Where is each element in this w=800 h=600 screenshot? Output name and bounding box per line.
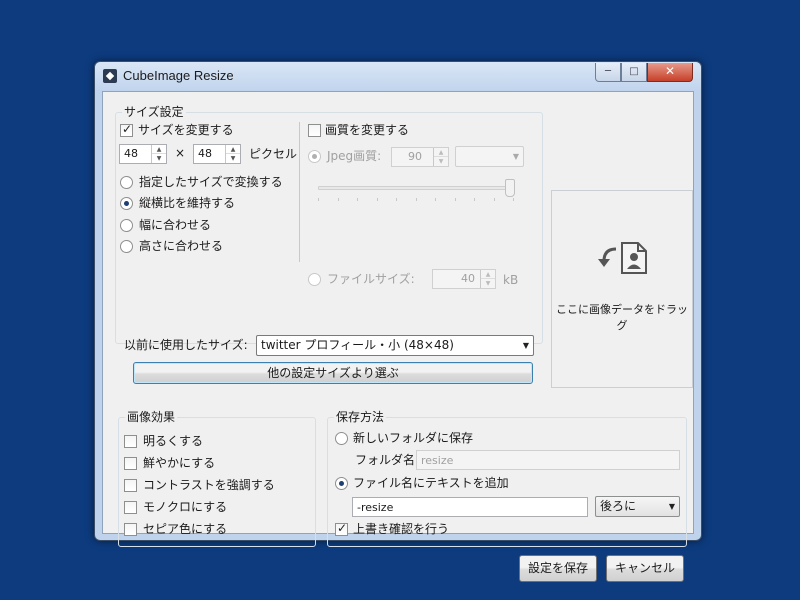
file-size-spinner[interactable]: 40 ▲ ▼: [432, 269, 496, 289]
size-quality-separator: [299, 122, 300, 262]
effect-mono-checkbox[interactable]: [124, 501, 137, 514]
app-icon: [103, 69, 117, 83]
jpeg-quality-label: Jpeg画質:: [327, 149, 382, 163]
jpeg-spin-arrows[interactable]: ▲ ▼: [433, 148, 448, 166]
drop-area-text: ここに画像データをドラッグ: [556, 303, 688, 332]
mode-radio-fit-width[interactable]: [120, 219, 133, 232]
width-spin-arrows[interactable]: ▲ ▼: [151, 145, 166, 163]
previous-size-value: twitter プロフィール・小 (48×48): [261, 338, 454, 352]
suffix-text-value: -resize: [357, 501, 394, 514]
mode-radio-exact[interactable]: [120, 176, 133, 189]
chevron-down-icon: ▼: [522, 341, 529, 350]
text-position-value: 後ろに: [600, 499, 637, 513]
effects-title: 画像効果: [125, 410, 178, 424]
file-size-value: 40: [461, 272, 475, 285]
effect-mono-label: モノクロにする: [143, 500, 228, 514]
save-settings-button[interactable]: 設定を保存: [519, 555, 597, 582]
width-spinner[interactable]: 48 ▲ ▼: [119, 144, 167, 164]
effect-vivid-checkbox[interactable]: [124, 457, 137, 470]
window-controls: ─ □ ✕: [595, 63, 693, 82]
previous-size-label: 以前に使用したサイズ:: [124, 338, 248, 352]
minimize-button[interactable]: ─: [595, 63, 621, 82]
folder-name-input[interactable]: resize: [416, 450, 680, 470]
folder-name-value: resize: [421, 454, 454, 467]
other-sizes-button[interactable]: 他の設定サイズより選ぶ: [133, 362, 533, 384]
jpeg-quality-radio[interactable]: [308, 150, 321, 163]
width-value: 48: [124, 147, 138, 160]
previous-size-dropdown[interactable]: twitter プロフィール・小 (48×48) ▼: [256, 335, 534, 356]
file-size-radio[interactable]: [308, 273, 321, 286]
effect-sepia-checkbox[interactable]: [124, 523, 137, 536]
title-bar[interactable]: CubeImage Resize ─ □ ✕: [95, 62, 701, 90]
overwrite-confirm-label: 上書き確認を行う: [353, 522, 450, 536]
change-size-checkbox[interactable]: [120, 122, 133, 137]
suffix-text-input[interactable]: -resize: [352, 497, 588, 517]
window-title: CubeImage Resize: [123, 68, 234, 83]
mode-radio-keep-aspect[interactable]: [120, 197, 133, 210]
dialog-body: サイズ設定 サイズを変更する 48 ▲▼ × 48 ▲▼ ピクセル 指定したサイ…: [102, 91, 694, 582]
save-method-title: 保存方法: [334, 410, 387, 424]
mode-label-exact: 指定したサイズで変換する: [139, 175, 283, 189]
overwrite-confirm-checkbox[interactable]: [335, 521, 348, 536]
cancel-button[interactable]: キャンセル: [606, 555, 684, 582]
save-add-text-label: ファイル名にテキストを追加: [353, 476, 509, 490]
text-position-dropdown[interactable]: 後ろに ▼: [595, 496, 680, 517]
effect-brighten-label: 明るくする: [143, 434, 204, 448]
effect-sepia-label: セピア色にする: [143, 522, 228, 536]
times-sign: ×: [175, 146, 186, 160]
save-new-folder-label: 新しいフォルダに保存: [353, 431, 474, 445]
file-size-unit: kB: [503, 273, 519, 287]
change-size-label: サイズを変更する: [138, 123, 234, 137]
maximize-button[interactable]: □: [621, 63, 647, 82]
pixel-unit: ピクセル: [249, 147, 298, 161]
change-quality-checkbox[interactable]: [308, 124, 321, 137]
height-spinner[interactable]: 48 ▲ ▼: [193, 144, 241, 164]
mode-radio-fit-height[interactable]: [120, 240, 133, 253]
effect-brighten-checkbox[interactable]: [124, 435, 137, 448]
effect-contrast-label: コントラストを強調する: [143, 478, 275, 492]
quality-slider-track[interactable]: [318, 186, 514, 190]
mode-label-fit-height: 高さに合わせる: [139, 239, 224, 253]
save-new-folder-radio[interactable]: [335, 432, 348, 445]
chevron-down-icon: ▼: [512, 152, 519, 161]
file-size-spin-arrows[interactable]: ▲ ▼: [480, 270, 495, 288]
save-add-text-radio[interactable]: [335, 477, 348, 490]
quality-slider-ticks: [318, 198, 514, 201]
drop-image-icon: [598, 242, 647, 274]
quality-slider-thumb[interactable]: [505, 179, 515, 197]
mode-label-keep-aspect: 縦横比を維持する: [139, 196, 236, 210]
app-window: CubeImage Resize ─ □ ✕ サイズ設定 サイズを変更する 48…: [94, 61, 702, 582]
mode-label-fit-width: 幅に合わせる: [139, 218, 212, 232]
chevron-down-icon: ▼: [668, 502, 675, 511]
effect-vivid-label: 鮮やかにする: [143, 456, 216, 470]
jpeg-preset-dropdown[interactable]: ▼: [455, 146, 524, 167]
jpeg-quality-value: 90: [408, 150, 422, 163]
effect-contrast-checkbox[interactable]: [124, 479, 137, 492]
file-size-label: ファイルサイズ:: [327, 272, 415, 286]
change-quality-label: 画質を変更する: [325, 123, 410, 137]
folder-name-label: フォルダ名:: [355, 453, 420, 467]
close-button[interactable]: ✕: [647, 63, 693, 82]
height-value: 48: [198, 147, 212, 160]
size-settings-title: サイズ設定: [122, 105, 186, 119]
jpeg-quality-spinner[interactable]: 90 ▲ ▼: [391, 147, 449, 167]
height-spin-arrows[interactable]: ▲ ▼: [225, 145, 240, 163]
image-drop-area[interactable]: ここに画像データをドラッグ: [551, 190, 693, 388]
